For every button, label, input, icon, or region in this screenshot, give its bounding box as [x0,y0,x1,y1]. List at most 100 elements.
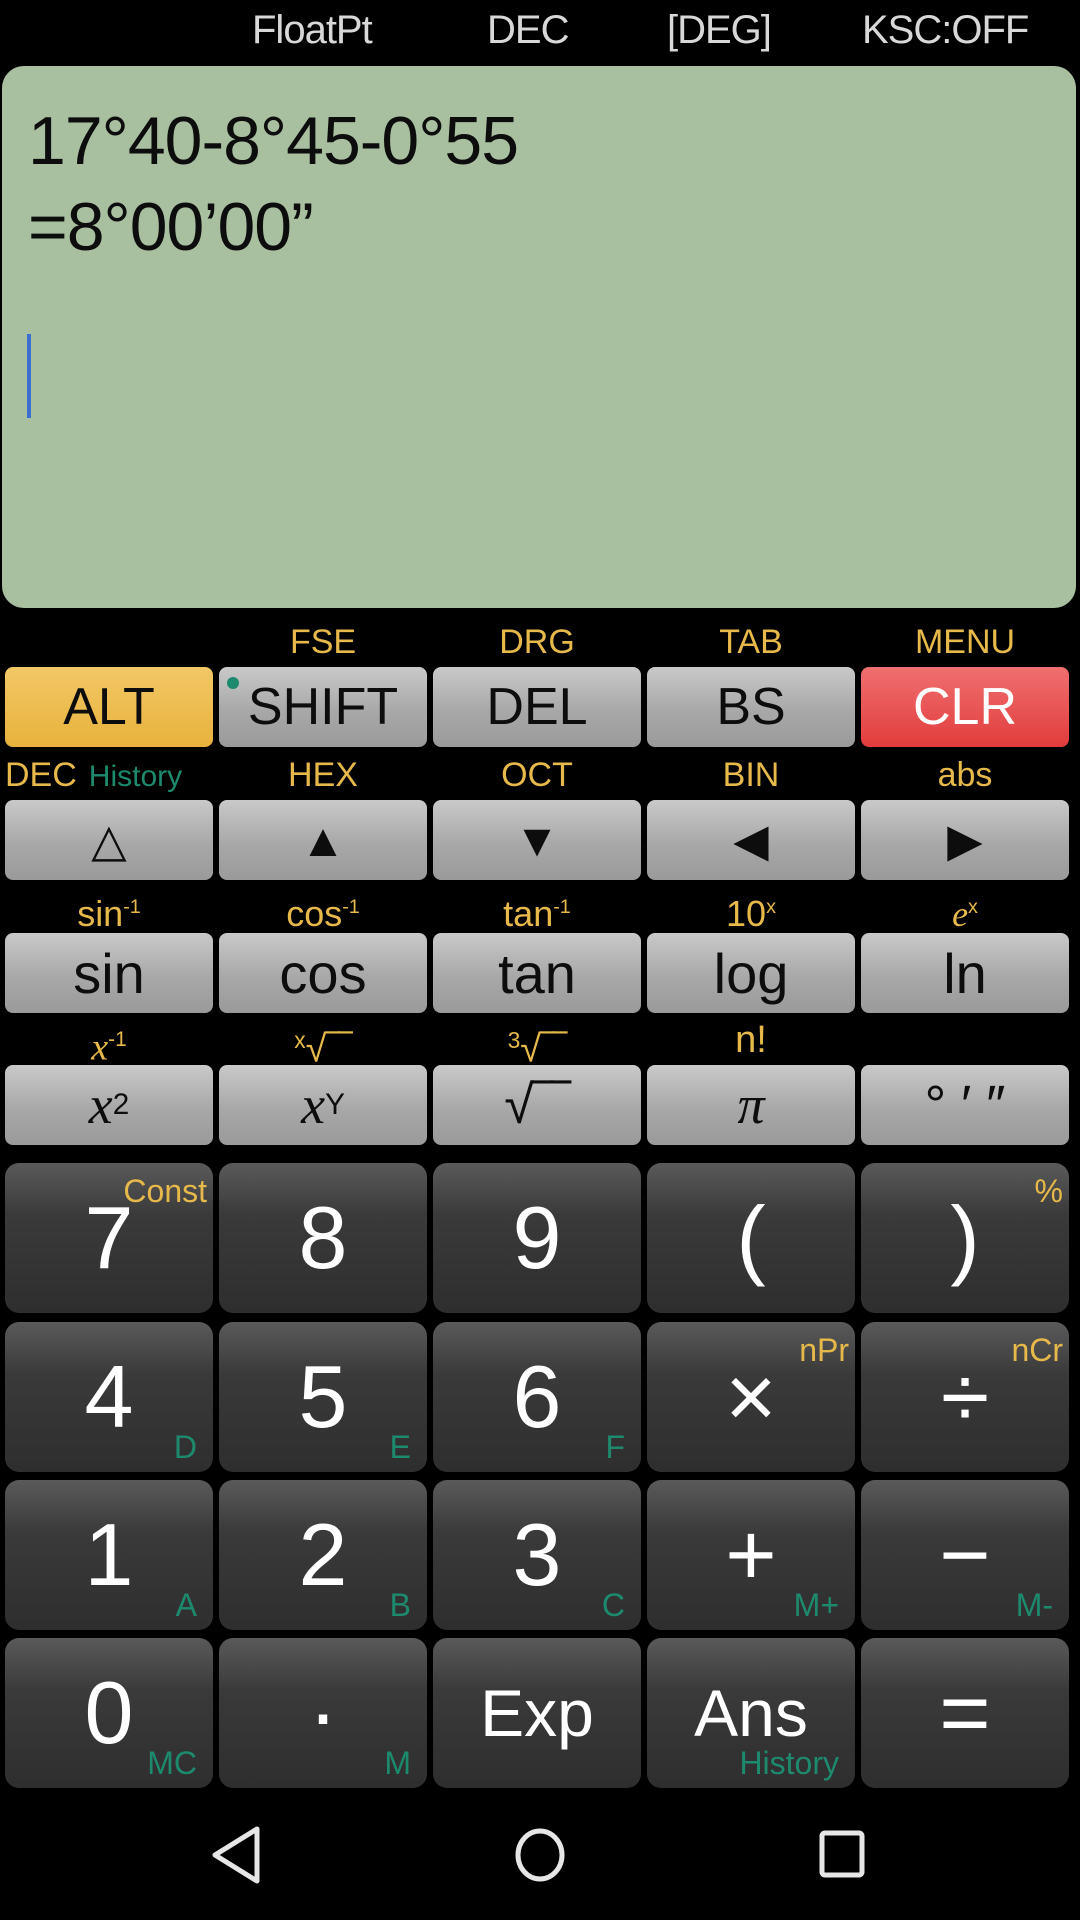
log-key[interactable]: log [647,933,855,1013]
log-secondary-label: 10x [647,887,855,934]
row2-secondary-label-bin: BIN [722,756,780,794]
alt-key-label: ALT [63,678,155,736]
history-up-key[interactable]: △ [5,800,213,880]
multiply-gold-sublabel: nPr [799,1332,849,1368]
square-key[interactable]: x2 [5,1065,213,1145]
close-paren-key[interactable]: )% [861,1163,1069,1313]
sin-key[interactable]: sin [5,933,213,1013]
bs-key[interactable]: BS [647,667,855,747]
cursor-up-key[interactable]: ▲ [219,800,427,880]
cos-key-label: cos [279,941,367,1005]
four-key[interactable]: 4D [5,1322,213,1472]
minus-key-label: − [939,1505,991,1604]
ans-teal-sublabel: History [739,1745,839,1781]
zero-key[interactable]: 0 MC [5,1638,213,1788]
ln-key[interactable]: ln [861,933,1069,1013]
nine-key-label: 9 [512,1188,562,1287]
ksc-indicator: KSC:OFF [862,8,1029,52]
expression-line: 17°40-8°45-0°55 [28,103,519,179]
tan-key-label: tan [498,941,576,1005]
dms-key-base: ° ′ ″ [924,1075,1006,1135]
del-key[interactable]: DEL [433,667,641,747]
back-button[interactable] [200,1820,270,1890]
clr-key[interactable]: CLR [861,667,1069,747]
sqrt-key[interactable]: √‾‾ [433,1065,641,1145]
nine-key[interactable]: 9 [433,1163,641,1313]
plus-key[interactable]: + M+ [647,1480,855,1630]
clr-key-label: CLR [912,678,1018,736]
three-teal-sublabel: C [601,1587,625,1623]
history-label: History [88,760,183,793]
navigation-bar [0,1790,1080,1920]
ans-key-label: Ans [694,1676,808,1750]
five-key-label: 5 [298,1347,348,1446]
sin-secondary-base: sin [77,893,124,934]
ans-key[interactable]: Ans History [647,1638,855,1788]
tan-secondary-label: tan-1 [433,887,641,934]
row2-secondary-label-abs: abs [937,756,993,794]
row2-secondary-label-dec: DEC History [5,755,213,795]
cursor-down-key[interactable]: ▼ [433,800,641,880]
recents-button[interactable] [808,1820,878,1890]
two-key[interactable]: 2B [219,1480,427,1630]
alt-key[interactable]: ALT [5,667,213,747]
decimal-point-teal-sublabel: M [384,1745,411,1781]
seven-key[interactable]: 7 Const [5,1163,213,1313]
one-key[interactable]: 1A [5,1480,213,1630]
equals-key-label: = [939,1663,991,1762]
six-teal-sublabel: F [605,1429,625,1465]
recents-icon [819,1830,865,1878]
cos-secondary-label: cos-1 [219,887,427,934]
eight-key[interactable]: 8 [219,1163,427,1313]
down-arrow-icon: ▼ [514,814,560,866]
plus-key-label: + [725,1505,777,1604]
pi-key-base: π [737,1075,765,1135]
empty-secondary-label [861,1020,1069,1060]
open-paren-key[interactable]: ( [647,1163,855,1313]
three-key[interactable]: 3C [433,1480,641,1630]
cursor-left-key[interactable]: ◀ [647,800,855,880]
tan-key[interactable]: tan [433,933,641,1013]
status-bar: FloatPt DEC [DEG] KSC:OFF [0,0,1080,66]
five-key[interactable]: 5E [219,1322,427,1472]
row1-secondary-label-tab: TAB [719,623,783,661]
sin-secondary-superscript: -1 [123,896,141,918]
minus-key[interactable]: − M- [861,1480,1069,1630]
power-key[interactable]: xY [219,1065,427,1145]
multiply-key-label: × [725,1347,777,1446]
back-icon [212,1826,260,1884]
zero-key-label: 0 [84,1663,134,1762]
exp-key[interactable]: Exp [433,1638,641,1788]
divide-gold-sublabel: nCr [1011,1332,1063,1368]
reciprocal-superscript: -1 [108,1028,127,1051]
log-secondary-superscript: x [766,896,776,918]
equals-key[interactable]: = [861,1638,1069,1788]
three-key-label: 3 [512,1505,562,1604]
cos-key[interactable]: cos [219,933,427,1013]
calculator-display[interactable]: 17°40-8°45-0°55 =8°00’00” [2,66,1076,608]
one-key-label: 1 [84,1505,134,1604]
five-teal-sublabel: E [389,1429,411,1465]
power-key-base: x [301,1075,326,1135]
home-icon [515,1828,565,1882]
six-key[interactable]: 6F [433,1322,641,1472]
minus-teal-sublabel: M- [1015,1587,1053,1623]
ln-secondary-label: ex [861,887,1069,934]
dec-label: DEC [5,756,77,794]
sin-secondary-label: sin-1 [5,887,213,934]
one-teal-sublabel: A [175,1587,197,1623]
shift-key[interactable]: SHIFT [219,667,427,747]
four-key-label: 4 [84,1347,134,1446]
shift-key-label: SHIFT [247,678,399,736]
log-key-label: log [713,941,789,1005]
multiply-key[interactable]: × nPr [647,1322,855,1472]
result-line: =8°00’00” [28,189,314,265]
number-base-indicator: DEC [487,8,569,52]
divide-key[interactable]: ÷ nCr [861,1322,1069,1472]
reciprocal-secondary-label: x-1 [5,1020,213,1068]
decimal-point-key[interactable]: · M [219,1638,427,1788]
pi-key[interactable]: π [647,1065,855,1145]
home-button[interactable] [505,1820,575,1890]
dms-key[interactable]: ° ′ ″ [861,1065,1069,1145]
cursor-right-key[interactable]: ▶ [861,800,1069,880]
